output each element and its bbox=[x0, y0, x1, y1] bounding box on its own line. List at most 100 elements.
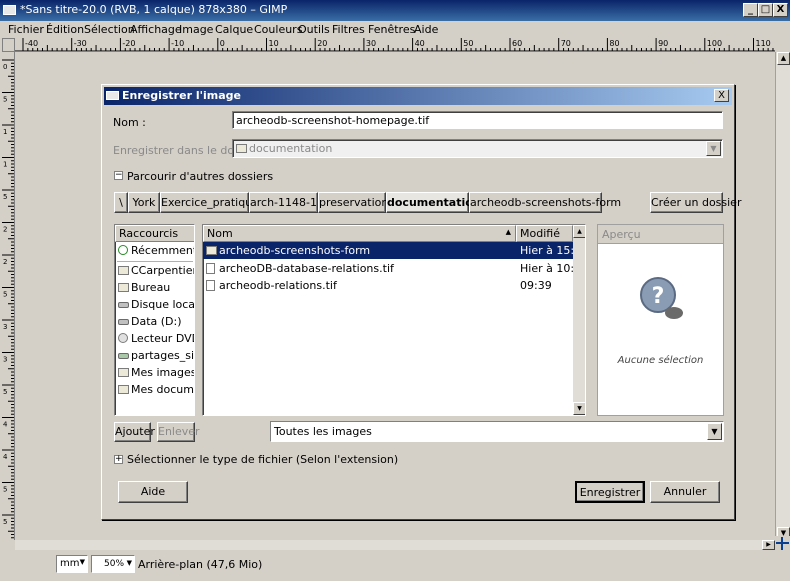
menu-affichage[interactable]: Affichage bbox=[130, 23, 182, 36]
ruler-label: 5 bbox=[3, 96, 7, 104]
menu-fenetres[interactable]: Fenêtres bbox=[368, 23, 415, 36]
help-button[interactable]: Aide bbox=[118, 481, 188, 503]
ruler-label: 3 bbox=[3, 323, 7, 331]
file-list-panel: Nom ▲ Modifié archeodb-screenshots-form … bbox=[202, 224, 586, 416]
file-list-scrollbar[interactable]: ▲ ▼ bbox=[573, 225, 585, 415]
file-type-expander-icon[interactable]: + bbox=[114, 455, 123, 464]
places-header[interactable]: Raccourcis bbox=[115, 225, 194, 242]
column-header-name[interactable]: Nom ▲ bbox=[203, 225, 516, 242]
preview-empty-text: Aucune sélection bbox=[617, 355, 704, 366]
unit-selector[interactable]: mm ▼ bbox=[56, 555, 88, 573]
chevron-down-icon: ▼ bbox=[707, 423, 722, 440]
navigate-icon-top bbox=[775, 38, 790, 52]
create-folder-button[interactable]: Créer un dossier bbox=[650, 192, 741, 213]
breadcrumb-york[interactable]: York bbox=[128, 192, 160, 213]
menu-outils[interactable]: Outils bbox=[298, 23, 330, 36]
preview-panel: Aperçu ? Aucune sélection bbox=[597, 224, 724, 416]
preview-header: Aperçu bbox=[598, 225, 723, 244]
scroll-up-arrow-icon[interactable]: ▲ bbox=[777, 52, 790, 65]
folder-icon bbox=[118, 368, 129, 377]
folder-combo: documentation ▼ bbox=[232, 139, 723, 158]
menu-calque[interactable]: Calque bbox=[215, 23, 253, 36]
menu-filtres[interactable]: Filtres bbox=[332, 23, 365, 36]
file-type-label[interactable]: Sélectionner le type de fichier (Selon l… bbox=[127, 453, 398, 466]
ruler-label: 100 bbox=[707, 39, 722, 48]
breadcrumb-root[interactable]: \ bbox=[114, 192, 128, 213]
maximize-button[interactable]: □ bbox=[758, 3, 773, 17]
column-header-modified[interactable]: Modifié bbox=[516, 225, 573, 242]
filename-input[interactable]: archeodb-screenshot-homepage.tif bbox=[232, 111, 723, 129]
vertical-scrollbar[interactable]: ▲ ▼ bbox=[775, 52, 790, 540]
menu-couleurs[interactable]: Couleurs bbox=[254, 23, 302, 36]
vertical-ruler: 0 5 1 1 5 2 2 5 3 3 5 4 4 5 5 bbox=[2, 52, 15, 540]
place-lecteur-dvd[interactable]: Lecteur DVD-... bbox=[116, 330, 194, 347]
chevron-down-icon: ▼ bbox=[706, 141, 721, 156]
scroll-right-arrow-icon[interactable]: ▶ bbox=[762, 540, 775, 550]
ruler-label: 1 bbox=[3, 128, 7, 136]
horizontal-ruler-ticks: -40 -30 -20 -10 0 10 20 30 40 50 60 70 80 90 100 110 bbox=[15, 38, 775, 51]
window-close-button[interactable]: X bbox=[773, 3, 788, 17]
folder-icon bbox=[236, 144, 247, 153]
ruler-label: -20 bbox=[122, 39, 135, 48]
place-bureau[interactable]: Bureau bbox=[116, 279, 194, 296]
horizontal-scrollbar[interactable]: ▶ bbox=[15, 540, 775, 550]
column-name-label: Nom bbox=[207, 227, 233, 240]
ruler-label: 0 bbox=[220, 39, 225, 48]
name-label: Nom : bbox=[113, 116, 146, 129]
scroll-down-arrow-icon[interactable]: ▼ bbox=[573, 402, 585, 415]
unit-value: mm bbox=[60, 558, 80, 569]
menu-aide[interactable]: Aide bbox=[414, 23, 438, 36]
breadcrumb-preservation[interactable]: preservation bbox=[318, 192, 388, 213]
ruler-label: 1 bbox=[3, 161, 7, 169]
place-label: CCarpentier bbox=[131, 264, 195, 277]
scroll-up-arrow-icon[interactable]: ▲ bbox=[573, 225, 585, 238]
dialog-close-button[interactable]: X bbox=[714, 89, 729, 102]
ruler-label: 2 bbox=[3, 258, 7, 266]
ruler-label: -10 bbox=[171, 39, 184, 48]
place-mes-images[interactable]: Mes images bbox=[116, 364, 194, 381]
breadcrumb-archeodb-screenshots-form[interactable]: archeodb-screenshots-form bbox=[469, 192, 621, 213]
menu-image[interactable]: Image bbox=[179, 23, 213, 36]
ruler-label: 40 bbox=[415, 39, 425, 48]
breadcrumb-arch-1148-1[interactable]: arch-1148-1 bbox=[249, 192, 318, 213]
place-ccarpentier[interactable]: CCarpentier bbox=[116, 262, 195, 279]
file-row[interactable]: archeodb-screenshots-form Hier à 15:52 bbox=[203, 242, 585, 259]
breadcrumb-documentation[interactable]: documentation bbox=[386, 192, 481, 213]
dialog-title: Enregistrer l'image bbox=[122, 89, 241, 102]
breadcrumb-exercice-pratique[interactable]: Exercice_pratique bbox=[160, 192, 259, 213]
menu-selection[interactable]: Sélection bbox=[84, 23, 135, 36]
place-label: Bureau bbox=[131, 281, 171, 294]
file-filter-combo[interactable]: Toutes les images ▼ bbox=[270, 421, 724, 442]
place-partages[interactable]: partages_sie... bbox=[116, 347, 194, 364]
add-bookmark-button[interactable]: Ajouter bbox=[114, 422, 155, 442]
save-button[interactable]: Enregistrer bbox=[575, 481, 645, 503]
ruler-label: 90 bbox=[658, 39, 668, 48]
ruler-label: -30 bbox=[74, 39, 87, 48]
place-mes-documents[interactable]: Mes documents bbox=[116, 381, 194, 398]
places-panel: Raccourcis Récemment u... CCarpentier Bu… bbox=[114, 224, 195, 416]
ruler-label: 20 bbox=[317, 39, 327, 48]
zoom-value: 50% bbox=[104, 559, 125, 569]
menu-fichier[interactable]: Fichier bbox=[8, 23, 44, 36]
file-row[interactable]: archeoDB-database-relations.tif Hier à 1… bbox=[203, 260, 585, 277]
file-row[interactable]: archeodb-relations.tif 09:39 bbox=[203, 277, 573, 294]
ruler-label: 4 bbox=[3, 453, 8, 461]
place-recent[interactable]: Récemment u... bbox=[116, 242, 194, 259]
browse-expander-icon[interactable]: − bbox=[114, 171, 123, 180]
remove-bookmark-button[interactable]: Enlever bbox=[157, 422, 200, 442]
ruler-label: 5 bbox=[3, 193, 7, 201]
zoom-selector[interactable]: 50% ▼ bbox=[91, 555, 135, 573]
folder-icon bbox=[118, 283, 129, 292]
ruler-label: 5 bbox=[3, 486, 7, 494]
folder-icon bbox=[118, 266, 129, 275]
place-data-d[interactable]: Data (D:) bbox=[116, 313, 194, 330]
quick-mask-toggle[interactable] bbox=[2, 540, 15, 550]
place-disque-local[interactable]: Disque local (... bbox=[116, 296, 194, 313]
cancel-button[interactable]: Annuler bbox=[650, 481, 720, 503]
menu-edition[interactable]: Édition bbox=[46, 23, 84, 36]
minimize-button[interactable]: _ bbox=[743, 3, 758, 17]
ruler-label: 110 bbox=[756, 39, 771, 48]
browse-label[interactable]: Parcourir d'autres dossiers bbox=[127, 170, 273, 183]
ruler-corner-arrow[interactable] bbox=[2, 38, 15, 52]
navigate-icon[interactable] bbox=[775, 536, 790, 551]
